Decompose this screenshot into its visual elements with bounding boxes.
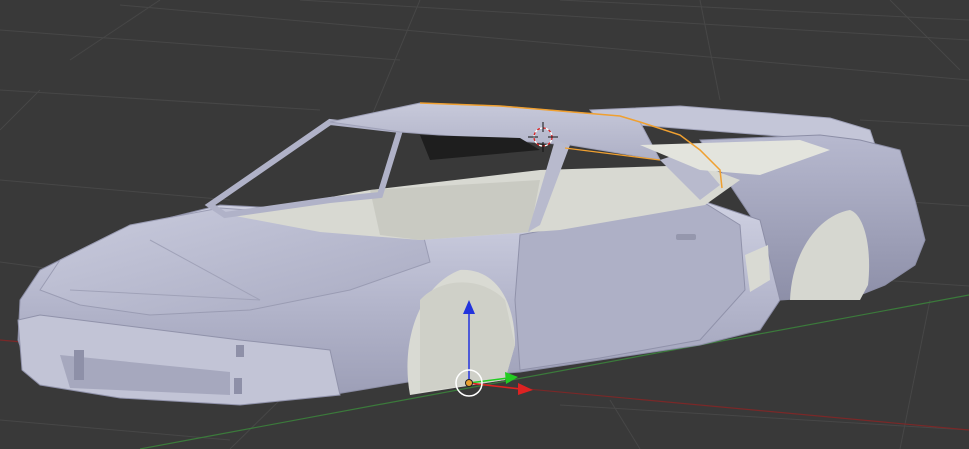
viewport-canvas[interactable] (0, 0, 969, 449)
object-origin-icon[interactable] (465, 379, 473, 387)
3d-viewport[interactable] (0, 0, 969, 449)
